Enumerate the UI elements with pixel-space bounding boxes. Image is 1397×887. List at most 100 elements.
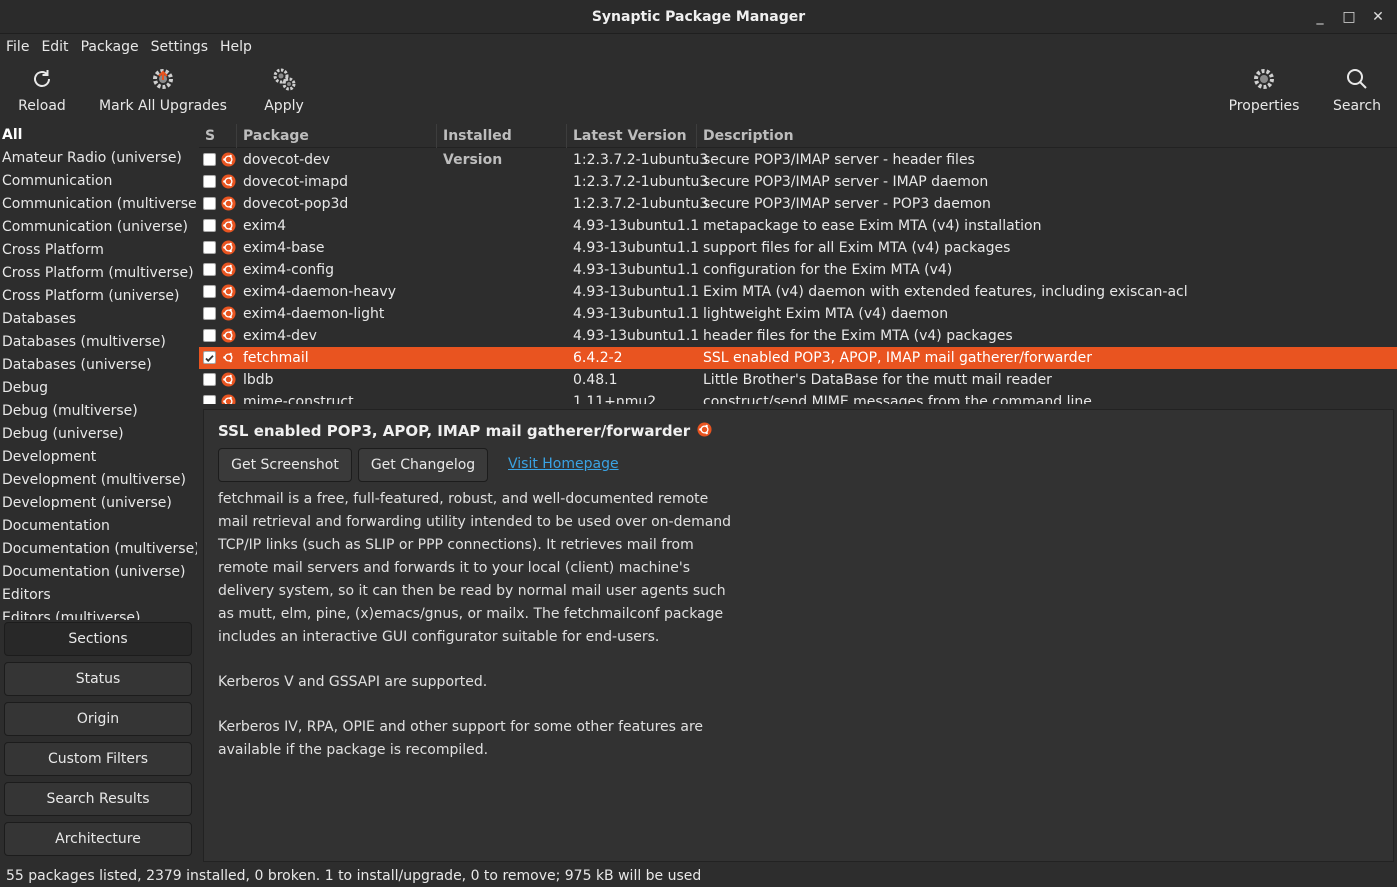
package-name: exim4 [243, 218, 287, 234]
table-row[interactable]: mime-construct 1.11+nmu2 construct/send MI… [199, 391, 1397, 404]
menu-bar: File Edit Package Settings Help [0, 34, 1397, 60]
table-row[interactable]: exim4-dev 4.93-13ubuntu1.1 header files fo… [199, 325, 1397, 347]
category-item[interactable]: Editors [0, 584, 197, 607]
package-checkbox[interactable] [203, 263, 216, 276]
category-item[interactable]: Databases (universe) [0, 354, 197, 377]
sections-button[interactable]: Sections [4, 622, 192, 656]
custom-filters-button[interactable]: Custom Filters [4, 742, 192, 776]
package-checkbox[interactable] [203, 373, 216, 386]
latest-version: 1.11+nmu2 [573, 394, 657, 404]
menu-package[interactable]: Package [75, 39, 145, 55]
package-description: configuration for the Exim MTA (v4) [703, 262, 953, 278]
category-item[interactable]: Amateur Radio (universe) [0, 147, 197, 170]
mark-all-upgrades-label: Mark All Upgrades [99, 98, 227, 114]
category-item[interactable]: Documentation (universe) [0, 561, 197, 584]
package-checkbox[interactable] [203, 307, 216, 320]
menu-settings[interactable]: Settings [145, 39, 214, 55]
table-row[interactable]: exim4-daemon-light 4.93-13ubuntu1.1 lightw… [199, 303, 1397, 325]
category-item[interactable]: Communication [0, 170, 197, 193]
category-item[interactable]: All [0, 124, 197, 147]
visit-homepage-link[interactable]: Visit Homepage [508, 456, 619, 472]
get-changelog-button[interactable]: Get Changelog [358, 448, 488, 482]
package-name: exim4-config [243, 262, 334, 278]
category-item[interactable]: Debug (multiverse) [0, 400, 197, 423]
category-item[interactable]: Editors (multiverse) [0, 607, 197, 620]
ubuntu-icon [221, 262, 236, 277]
category-item[interactable]: Databases [0, 308, 197, 331]
description-paragraph: Kerberos IV, RPA, OPIE and other support… [218, 719, 704, 758]
package-description: secure POP3/IMAP server - POP3 daemon [703, 196, 991, 212]
package-description: Exim MTA (v4) daemon with extended featu… [703, 284, 1188, 300]
menu-edit[interactable]: Edit [35, 39, 74, 55]
mark-all-upgrades-button[interactable]: Mark All Upgrades [98, 64, 228, 120]
package-checkbox[interactable] [203, 197, 216, 210]
menu-help[interactable]: Help [214, 39, 258, 55]
column-latest-version[interactable]: Latest Version [567, 124, 697, 148]
category-item[interactable]: Debug [0, 377, 197, 400]
ubuntu-icon [221, 394, 236, 404]
package-description: header files for the Exim MTA (v4) packa… [703, 328, 1013, 344]
category-item[interactable]: Communication (universe) [0, 216, 197, 239]
origin-button[interactable]: Origin [4, 702, 192, 736]
reload-icon [30, 64, 54, 94]
package-table: S Package Installed Version Latest Versi… [199, 124, 1397, 404]
package-checkbox[interactable] [203, 351, 216, 364]
package-checkbox[interactable] [203, 395, 216, 404]
category-item[interactable]: Communication (multiverse) [0, 193, 197, 216]
column-installed-version[interactable]: Installed Version [437, 124, 567, 168]
gear-arrow-icon [150, 64, 176, 94]
package-name: lbdb [243, 372, 274, 388]
package-checkbox[interactable] [203, 219, 216, 232]
column-package[interactable]: Package [237, 124, 437, 148]
table-row[interactable]: dovecot-dev 1:2.3.7.2-1ubuntu3 secure POP3… [199, 149, 1397, 171]
package-name: dovecot-pop3d [243, 196, 349, 212]
package-checkbox[interactable] [203, 175, 216, 188]
ubuntu-icon [221, 350, 236, 365]
category-item[interactable]: Cross Platform [0, 239, 197, 262]
search-label: Search [1332, 98, 1382, 114]
reload-button[interactable]: Reload [12, 64, 72, 120]
category-item[interactable]: Databases (multiverse) [0, 331, 197, 354]
ubuntu-icon [221, 240, 236, 255]
package-description: fetchmail is a free, full-featured, robu… [218, 488, 738, 784]
latest-version: 4.93-13ubuntu1.1 [573, 328, 700, 344]
table-row[interactable]: exim4-base 4.93-13ubuntu1.1 support files … [199, 237, 1397, 259]
status-button[interactable]: Status [4, 662, 192, 696]
package-checkbox[interactable] [203, 153, 216, 166]
package-description: Little Brother's DataBase for the mutt m… [703, 372, 1052, 388]
properties-button[interactable]: Properties [1224, 64, 1304, 120]
category-item[interactable]: Development (multiverse) [0, 469, 197, 492]
category-item[interactable]: Debug (universe) [0, 423, 197, 446]
package-name: exim4-base [243, 240, 325, 256]
get-screenshot-button[interactable]: Get Screenshot [218, 448, 352, 482]
architecture-button[interactable]: Architecture [4, 822, 192, 856]
search-results-button[interactable]: Search Results [4, 782, 192, 816]
category-item[interactable]: Documentation (multiverse) [0, 538, 197, 561]
close-button[interactable]: ✕ [1361, 0, 1395, 34]
apply-button[interactable]: Apply [254, 64, 314, 120]
category-item[interactable]: Documentation [0, 515, 197, 538]
column-description[interactable]: Description [697, 124, 1397, 148]
category-item[interactable]: Development (universe) [0, 492, 197, 515]
package-name: fetchmail [243, 350, 309, 366]
details-title: SSL enabled POP3, APOP, IMAP mail gather… [218, 422, 712, 440]
category-list: All Amateur Radio (universe) Communicati… [0, 124, 197, 620]
ubuntu-icon [221, 284, 236, 299]
table-row[interactable]: dovecot-imapd 1:2.3.7.2-1ubuntu3 secure PO… [199, 171, 1397, 193]
category-item[interactable]: Cross Platform (multiverse) [0, 262, 197, 285]
table-row[interactable]: exim4-daemon-heavy 4.93-13ubuntu1.1 Exim M… [199, 281, 1397, 303]
status-bar: 55 packages listed, 2379 installed, 0 br… [0, 866, 1397, 887]
column-status[interactable]: S [199, 124, 237, 148]
table-row[interactable]: exim4 4.93-13ubuntu1.1 metapackage to ease… [199, 215, 1397, 237]
category-item[interactable]: Cross Platform (universe) [0, 285, 197, 308]
category-item[interactable]: Development [0, 446, 197, 469]
search-button[interactable]: Search [1327, 64, 1387, 120]
menu-file[interactable]: File [0, 39, 35, 55]
table-row[interactable]: lbdb 0.48.1 Little Brother's DataBase for … [199, 369, 1397, 391]
table-row[interactable]: exim4-config 4.93-13ubuntu1.1 configuratio… [199, 259, 1397, 281]
package-checkbox[interactable] [203, 285, 216, 298]
package-checkbox[interactable] [203, 241, 216, 254]
table-row[interactable]: fetchmail 6.4.2-2 SSL enabled POP3, APOP, … [199, 347, 1397, 369]
package-checkbox[interactable] [203, 329, 216, 342]
table-row[interactable]: dovecot-pop3d 1:2.3.7.2-1ubuntu3 secure PO… [199, 193, 1397, 215]
